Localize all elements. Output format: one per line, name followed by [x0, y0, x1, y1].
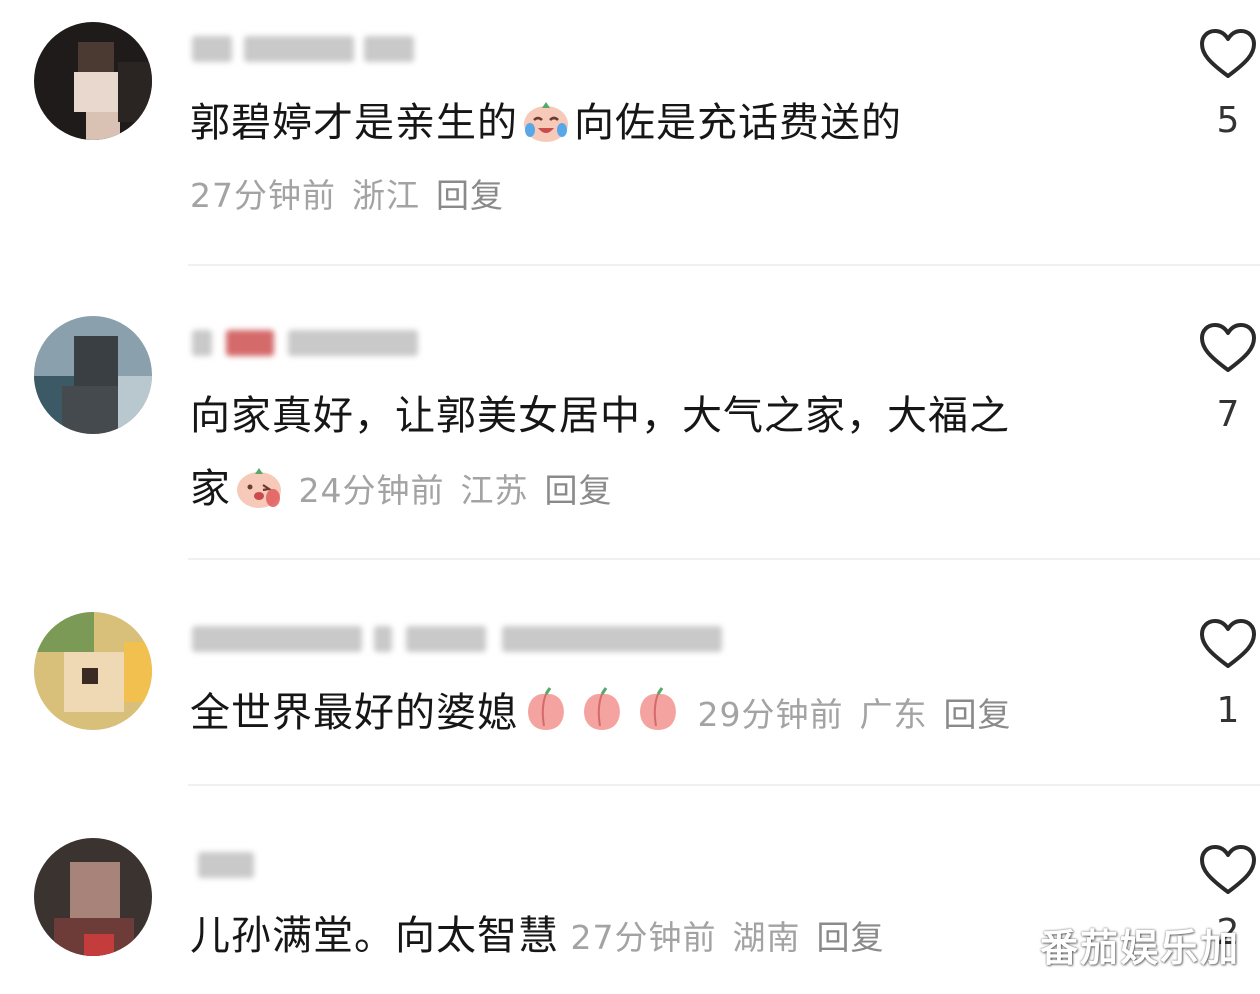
- like-heart-icon[interactable]: [1199, 844, 1257, 896]
- watermark: 番茄娱乐加: [1039, 926, 1240, 970]
- comment-text: 全世界最好的婆媳 29分钟前 广东 回复: [190, 684, 1028, 743]
- comment-meta: 27分钟前 浙江 回复: [190, 168, 520, 224]
- comment-time: 29分钟前: [697, 695, 844, 734]
- comment-text: 儿孙满堂。向太智慧 27分钟前 湖南 回复: [190, 913, 885, 959]
- reply-button[interactable]: 回复: [436, 176, 504, 215]
- username-blurred[interactable]: [192, 324, 422, 364]
- divider: [188, 784, 1260, 786]
- like-count: 7: [1216, 394, 1240, 435]
- blushing-peach-icon: [233, 460, 285, 512]
- avatar[interactable]: [34, 838, 152, 956]
- like-heart-icon[interactable]: [1199, 28, 1257, 80]
- divider: [188, 264, 1260, 266]
- avatar[interactable]: [34, 316, 152, 434]
- peach-icon: [576, 684, 628, 736]
- comment-time: 27分钟前: [570, 918, 717, 957]
- reply-button[interactable]: 回复: [944, 695, 1012, 734]
- comment-text-line: 向家真好，让郭美女居中，大气之家，大福之: [190, 393, 1010, 439]
- reply-button[interactable]: 回复: [817, 918, 885, 957]
- comment-location: 江苏: [460, 471, 529, 510]
- avatar[interactable]: [34, 22, 152, 140]
- username-blurred[interactable]: [192, 846, 262, 886]
- like-heart-icon[interactable]: [1199, 322, 1257, 374]
- comment-location: 广东: [859, 695, 928, 734]
- username-blurred[interactable]: [192, 620, 732, 660]
- like-count: 5: [1216, 100, 1240, 141]
- comment-text-line: 家 24分钟前 江苏 回复: [190, 460, 629, 519]
- divider: [188, 558, 1260, 560]
- comment-time: 24分钟前: [298, 471, 445, 510]
- crying-laughing-peach-icon: [520, 94, 572, 146]
- peach-icon: [632, 684, 684, 736]
- username-blurred[interactable]: [192, 30, 422, 70]
- comment-list: 郭碧婷才是亲生的 向佐是充话费送的 27分钟前 浙江 回复 5 向家真好，让郭美女居中…: [0, 0, 1260, 994]
- comment-time: 27分钟前: [190, 176, 336, 215]
- reply-button[interactable]: 回复: [545, 471, 613, 510]
- comment-location: 浙江: [352, 176, 420, 215]
- peach-icon: [520, 684, 572, 736]
- comment-location: 湖南: [732, 918, 801, 957]
- avatar[interactable]: [34, 612, 152, 730]
- comment-text: 郭碧婷才是亲生的 向佐是充话费送的: [190, 94, 902, 151]
- like-heart-icon[interactable]: [1199, 618, 1257, 670]
- like-count: 1: [1216, 690, 1240, 731]
